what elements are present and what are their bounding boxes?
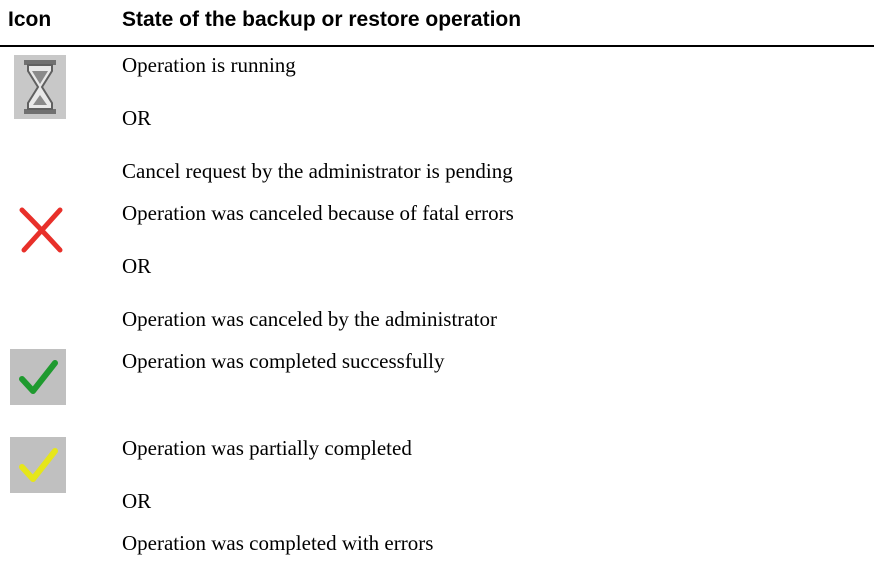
row-3-line-1: Operation was completed successfully xyxy=(122,349,445,373)
row-4-line-1: Operation was partially completed xyxy=(122,436,412,460)
row-2-line-2: OR xyxy=(122,254,152,278)
row-1-line-3: Cancel request by the administrator is p… xyxy=(122,159,513,183)
row-4-line-3: Operation was completed with errors xyxy=(122,531,434,555)
table-header: Icon State of the backup or restore oper… xyxy=(0,0,886,44)
green-check-icon xyxy=(10,349,66,405)
hourglass-icon xyxy=(14,55,66,119)
row-4-line-2: OR xyxy=(122,489,152,513)
column-header-icon: Icon xyxy=(8,8,52,31)
row-1-line-1: Operation is running xyxy=(122,53,296,77)
status-icon-legend: Icon State of the backup or restore oper… xyxy=(0,0,886,564)
row-2-line-3: Operation was canceled by the administra… xyxy=(122,307,497,331)
red-x-icon xyxy=(16,204,66,256)
row-1-line-2: OR xyxy=(122,106,152,130)
row-2-line-1: Operation was canceled because of fatal … xyxy=(122,201,514,225)
column-header-state: State of the backup or restore operation xyxy=(122,8,522,31)
header-divider xyxy=(0,45,874,47)
yellow-check-icon xyxy=(10,437,66,493)
